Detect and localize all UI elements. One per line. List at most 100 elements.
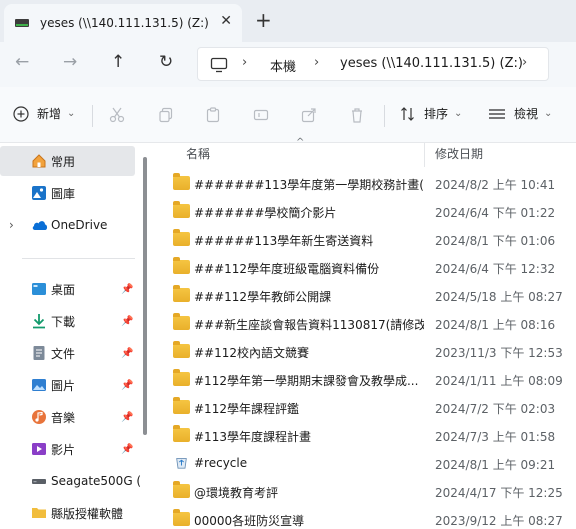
file-row[interactable]: #112學年課程評鑑 2024/7/2 下午 02:03 — [150, 394, 576, 422]
breadcrumb-this-pc[interactable]: 本機 — [270, 56, 296, 75]
column-header: ^ 名稱 修改日期 — [150, 137, 576, 173]
sidebar-scrollbar[interactable] — [143, 157, 147, 435]
sidebar-item-licensed-software[interactable]: 縣版授權軟體 — [0, 498, 135, 528]
file-list: ^ 名稱 修改日期 #######113學年度第一學期校務計畫(... 2024… — [150, 137, 576, 529]
command-bar: 新增 ⌄ 排序 ⌄ 檢視 ⌄ — [0, 87, 576, 143]
delete-icon[interactable] — [349, 107, 365, 123]
cut-icon[interactable] — [109, 107, 125, 123]
folder-icon — [173, 369, 190, 386]
file-name: #112學年第一學期期末課發會及教學成... — [194, 374, 419, 388]
chevron-down-icon: ⌄ — [544, 108, 553, 119]
chevron-down-icon: ⌄ — [454, 108, 463, 119]
folder-icon — [173, 257, 190, 274]
tab-active[interactable]: yeses (\\140.111.131.5) (Z:) ✕ — [4, 4, 242, 42]
back-button[interactable]: ← — [15, 52, 29, 72]
up-button[interactable]: ↑ — [111, 52, 125, 72]
sidebar-item-downloads[interactable]: 下載 📌 — [0, 306, 135, 336]
file-date: 2024/8/2 上午 10:41 — [435, 178, 556, 192]
pin-icon[interactable]: 📌 — [121, 444, 133, 455]
sort-button[interactable]: 排序 ⌄ — [400, 105, 462, 122]
download-icon — [33, 314, 45, 329]
column-date-modified[interactable]: 修改日期 — [435, 145, 483, 162]
sidebar-item-label: 圖片 — [51, 378, 76, 393]
toolbar-divider — [384, 105, 385, 127]
forward-button[interactable]: → — [63, 52, 77, 72]
rename-icon[interactable] — [253, 107, 269, 123]
file-date: 2024/8/1 下午 01:06 — [435, 234, 556, 248]
share-icon[interactable] — [301, 107, 317, 123]
chevron-down-icon: ⌄ — [67, 108, 76, 119]
file-name: #######113學年度第一學期校務計畫(... — [194, 178, 424, 192]
view-button[interactable]: 檢視 ⌄ — [488, 105, 552, 122]
tab-strip: yeses (\\140.111.131.5) (Z:) ✕ + — [0, 0, 576, 42]
expand-chevron-icon[interactable]: › — [9, 218, 14, 232]
breadcrumb-current[interactable]: yeses (\\140.111.131.5) (Z:) — [340, 56, 523, 71]
file-row[interactable]: #######113學年度第一學期校務計畫(... 2024/8/2 上午 10… — [150, 170, 576, 198]
navigation-pane: 常用 圖庫 › OneDrive 桌面 📌 下載 📌 文件 📌 圖片 📌 音樂 … — [0, 143, 148, 529]
column-divider[interactable] — [424, 143, 425, 167]
sidebar-item-label: 桌面 — [51, 282, 76, 297]
breadcrumb-separator[interactable]: › — [242, 55, 247, 70]
sidebar-item-documents[interactable]: 文件 📌 — [0, 338, 135, 368]
address-path[interactable]: › 本機 › yeses (\\140.111.131.5) (Z:) › — [197, 47, 549, 81]
address-bar-area: ← → ↑ ↻ › 本機 › yeses (\\140.111.131.5) (… — [0, 42, 576, 87]
sidebar-item-gallery[interactable]: 圖庫 — [0, 178, 135, 208]
sidebar-item-pictures[interactable]: 圖片 📌 — [0, 370, 135, 400]
refresh-button[interactable]: ↻ — [159, 52, 173, 72]
picture-icon — [32, 379, 46, 391]
file-name: #112學年課程評鑑 — [194, 402, 299, 416]
file-row[interactable]: ######113學年新生寄送資料 2024/8/1 下午 01:06 — [150, 226, 576, 254]
pin-icon[interactable]: 📌 — [121, 380, 133, 391]
column-name[interactable]: 名稱 — [186, 145, 210, 162]
file-date: 2024/8/1 上午 08:16 — [435, 318, 556, 332]
sidebar-item-label: 縣版授權軟體 — [51, 506, 124, 521]
folder-icon — [173, 397, 190, 414]
breadcrumb-separator[interactable]: › — [314, 55, 319, 70]
copy-icon[interactable] — [158, 107, 174, 123]
tab-title: yeses (\\140.111.131.5) (Z:) — [40, 16, 209, 30]
breadcrumb-more[interactable]: › — [522, 55, 527, 70]
pin-icon[interactable]: 📌 — [121, 348, 133, 359]
new-button[interactable]: 新增 ⌄ — [13, 105, 75, 122]
sidebar-item-seagate[interactable]: Seagate500G ( — [0, 466, 141, 496]
file-row[interactable]: 00000各班防災宣導 2023/9/12 上午 08:27 — [150, 506, 576, 529]
file-name: ######113學年新生寄送資料 — [194, 234, 374, 248]
sidebar-item-home[interactable]: 常用 — [0, 146, 135, 176]
paste-icon[interactable] — [205, 107, 221, 123]
pin-icon[interactable]: 📌 — [121, 316, 133, 327]
cloud-icon — [32, 221, 48, 230]
view-label: 檢視 — [514, 107, 539, 121]
file-row[interactable]: ###112學年度班級電腦資料備份 2024/6/4 下午 12:32 — [150, 254, 576, 282]
file-row[interactable]: ###新生座談會報告資料1130817(請修改) 2024/8/1 上午 08:… — [150, 310, 576, 338]
file-row[interactable]: #recycle 2024/8/1 上午 09:21 — [150, 450, 576, 478]
sidebar-item-music[interactable]: 音樂 📌 — [0, 402, 135, 432]
toolbar-divider — [92, 105, 93, 127]
pin-icon[interactable]: 📌 — [121, 412, 133, 423]
sidebar-item-label: 文件 — [51, 346, 76, 361]
file-name: ###112學年度班級電腦資料備份 — [194, 262, 380, 276]
sidebar-item-label: 圖庫 — [51, 186, 76, 201]
folder-icon — [173, 481, 190, 498]
file-row[interactable]: #######學校簡介影片 2024/6/4 下午 01:22 — [150, 198, 576, 226]
file-row[interactable]: ##112校內語文競賽 2023/11/3 下午 12:53 — [150, 338, 576, 366]
desktop-icon — [32, 283, 46, 295]
sidebar-item-desktop[interactable]: 桌面 📌 — [0, 274, 135, 304]
sidebar-item-label: 影片 — [51, 442, 76, 457]
sidebar-item-onedrive[interactable]: › OneDrive — [0, 210, 135, 240]
file-row[interactable]: @環境教育考評 2024/4/17 下午 12:25 — [150, 478, 576, 506]
sidebar-item-label: 下載 — [51, 314, 76, 329]
video-icon — [32, 443, 46, 455]
close-tab-icon[interactable]: ✕ — [220, 13, 232, 29]
pin-icon[interactable]: 📌 — [121, 284, 133, 295]
network-drive-icon — [15, 19, 29, 27]
file-name: #######學校簡介影片 — [194, 206, 337, 220]
new-label: 新增 — [37, 107, 62, 121]
file-row[interactable]: #112學年第一學期期末課發會及教學成... 2024/1/11 上午 08:0… — [150, 366, 576, 394]
new-tab-button[interactable]: + — [255, 8, 272, 32]
file-row[interactable]: #113學年度課程計畫 2024/7/3 上午 01:58 — [150, 422, 576, 450]
folder-icon — [173, 341, 190, 358]
file-row[interactable]: ###112學年教師公開課 2024/5/18 上午 08:27 — [150, 282, 576, 310]
file-date: 2024/7/3 上午 01:58 — [435, 430, 556, 444]
sidebar-item-label: 音樂 — [51, 410, 76, 425]
sidebar-item-videos[interactable]: 影片 📌 — [0, 434, 135, 464]
